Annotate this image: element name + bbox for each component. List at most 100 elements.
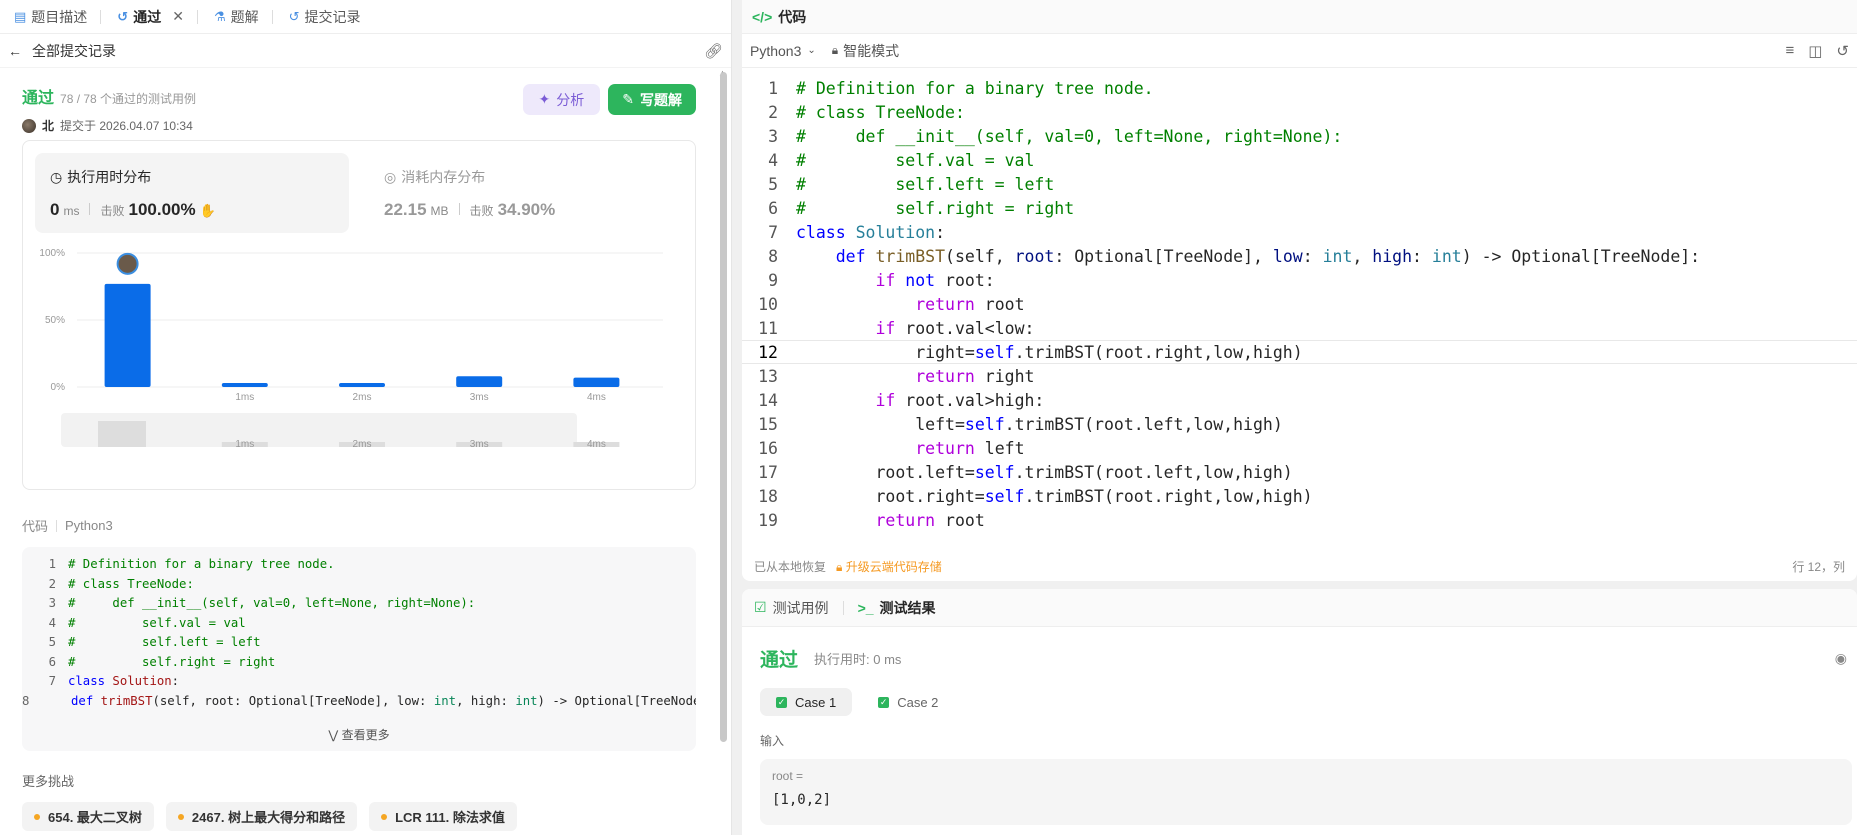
runtime-stat[interactable]: ◷ 执行用时分布 0 ms 击败 100.00% ✋: [35, 153, 349, 233]
restored-label: 已从本地恢复: [754, 559, 827, 574]
x-tick-label: 2ms: [353, 392, 372, 403]
memory-icon: ◎: [384, 168, 397, 185]
sparkle-icon: ✦: [538, 91, 551, 107]
line-number: 7: [768, 222, 778, 242]
tab-test-result[interactable]: >_ 测试结果: [858, 598, 936, 618]
code-line: 10 return root: [742, 292, 1857, 316]
mini-tick-label: 1ms: [235, 439, 254, 450]
challenge-chip[interactable]: 2467. 树上最大得分和路径: [165, 802, 358, 831]
submission-panel: ▤ 题目描述 ↺ 通过 ✕ ⚗ 题解 ↺ 提交记录 ← 全部提交记录 🔗︎ 通过…: [0, 0, 732, 835]
bar-2ms: [339, 382, 385, 387]
line-number: 1: [48, 557, 56, 571]
scrollbar[interactable]: [720, 72, 727, 742]
input-label: 输入: [760, 734, 785, 748]
check-icon: ✓: [776, 696, 787, 708]
workspace: </> 代码 Python3 ⌄ 🔒︎ 智能模式 ≡ ◫ ↺ 1 # Definiti…: [742, 0, 1857, 835]
code-line: 15 left= self .trimBST(root.left,low,high): [742, 412, 1857, 436]
status-label: 通过: [22, 90, 55, 107]
back-bar: ← 全部提交记录 🔗︎: [0, 34, 731, 68]
reset-icon[interactable]: ↺: [1836, 42, 1849, 60]
history-icon: ↺: [117, 9, 129, 24]
line-number: 12: [758, 342, 778, 362]
code-line: 8 def trimBST (self, root: Optional[TreeN…: [22, 694, 696, 714]
code-line: 4 # self.val = val: [22, 616, 696, 636]
code-editor: </> 代码 Python3 ⌄ 🔒︎ 智能模式 ≡ ◫ ↺ 1 # Definiti…: [742, 0, 1857, 581]
code-line: 7 class Solution:: [22, 674, 696, 694]
tab-submissions[interactable]: ↺ 提交记录: [281, 0, 369, 34]
analyze-button[interactable]: ✦ 分析: [522, 84, 601, 115]
bookmark-icon[interactable]: ◫: [1808, 42, 1822, 60]
runtime-distribution-chart[interactable]: 100% 50% 0% 1ms 2ms 3ms 4ms 1ms 2ms 3ms 4ms: [23, 241, 689, 489]
language-select[interactable]: Python3 ⌄: [750, 43, 816, 59]
eye-icon[interactable]: ◉: [1835, 650, 1847, 667]
link-icon[interactable]: 🔗︎: [704, 42, 723, 60]
y-tick-label: 100%: [39, 248, 65, 259]
more-challenges-label: 更多挑战: [22, 774, 75, 789]
line-number: 7: [48, 674, 56, 688]
close-icon[interactable]: ✕: [172, 8, 184, 25]
upgrade-storage-link[interactable]: 🔒︎ 升级云端代码存储: [836, 558, 942, 575]
results-panel: ☑ 测试用例 >_ 测试结果 通过 执行用时: 0 ms ◉ ✓ Case 1 ✓ Ca…: [742, 589, 1857, 835]
bar-3ms: [456, 376, 503, 387]
line-number: 5: [768, 174, 778, 194]
case-tab-1[interactable]: ✓ Case 1: [760, 688, 853, 716]
submitted-code: 1 # Definition for a binary tree node. 2 # …: [22, 547, 696, 751]
line-number: 3: [48, 596, 56, 610]
line-number: 13: [758, 366, 778, 386]
editor-footer: 已从本地恢复 🔒︎ 升级云端代码存储 行 12，列: [742, 551, 1857, 581]
tab-testcase[interactable]: ☑ 测试用例: [754, 598, 829, 618]
bar-0ms: [104, 283, 151, 387]
code-language: Python3: [65, 518, 113, 533]
avatar[interactable]: [22, 118, 36, 133]
code-lines[interactable]: 1 # Definition for a binary tree node. 2 # …: [742, 76, 1857, 532]
code-line: 3 # def __init__(self, val=0, left=None, …: [22, 596, 696, 616]
smart-mode-toggle[interactable]: 🔒︎ 智能模式: [832, 41, 899, 61]
check-icon: ✓: [878, 696, 890, 708]
code-line: 5 # self.left = left: [742, 172, 1857, 196]
code-line: 4 # self.val = val: [742, 148, 1857, 172]
chevron-down-icon: ⌄: [807, 45, 816, 56]
editor-toolbar: Python3 ⌄ 🔒︎ 智能模式 ≡ ◫ ↺: [742, 34, 1857, 68]
username[interactable]: 北: [42, 117, 54, 134]
show-more-button[interactable]: ⋁ 查看更多: [22, 726, 696, 743]
code-line: 3 # def __init__(self, val=0, left=None, …: [742, 124, 1857, 148]
line-number: 8: [22, 693, 30, 708]
line-number: 10: [758, 294, 778, 314]
line-number: 15: [758, 414, 778, 434]
memory-beats: 34.90%: [497, 200, 556, 219]
x-tick-label: 4ms: [587, 392, 606, 403]
user-avatar-marker: [116, 252, 139, 275]
mini-tick-label: 4ms: [587, 439, 606, 450]
performance-card: ◷ 执行用时分布 0 ms 击败 100.00% ✋ ◎ 消耗内存分布 22.15 …: [22, 140, 696, 490]
challenge-chip[interactable]: LCR 111. 除法求值: [369, 802, 517, 831]
submit-time: 提交于 2026.04.07 10:34: [60, 119, 193, 133]
left-tab-bar: ▤ 题目描述 ↺ 通过 ✕ ⚗ 题解 ↺ 提交记录: [0, 0, 731, 34]
code-line: 17 root.left= self .trimBST(root.left,low,…: [742, 460, 1857, 484]
code-line: 19 return root: [742, 508, 1857, 532]
line-number: 16: [758, 438, 778, 458]
code-line: 7 class Solution:: [742, 220, 1857, 244]
write-solution-button[interactable]: ✎ 写题解: [608, 84, 696, 115]
format-icon[interactable]: ≡: [1785, 42, 1794, 60]
code-icon: </>: [752, 8, 773, 25]
line-number: 3: [768, 126, 778, 146]
tab-description[interactable]: ▤ 题目描述: [6, 0, 109, 34]
challenge-chip[interactable]: 654. 最大二叉树: [22, 802, 154, 831]
case-tab-2[interactable]: ✓ Case 2: [862, 688, 954, 716]
code-line: 8 def trimBST (self, root: Optional[TreeN…: [742, 244, 1857, 268]
back-to-submissions[interactable]: ← 全部提交记录: [8, 41, 116, 61]
code-line: 11 if root.val<low:: [742, 316, 1857, 340]
line-number: 2: [768, 102, 778, 122]
bar-1ms: [221, 382, 268, 387]
line-number: 18: [758, 486, 778, 506]
line-number: 6: [768, 198, 778, 218]
input-key: root =: [772, 769, 804, 783]
arrow-left-icon: ←: [8, 42, 22, 59]
input-box: root = [1,0,2]: [760, 759, 1852, 825]
result-runtime: 执行用时: 0 ms: [814, 652, 902, 667]
memory-stat[interactable]: ◎ 消耗内存分布 22.15 MB 击败 34.90%: [369, 153, 669, 233]
tab-accepted[interactable]: ↺ 通过 ✕: [109, 0, 206, 34]
x-tick-label: 1ms: [235, 392, 254, 403]
bar-4ms: [573, 377, 620, 387]
tab-solutions[interactable]: ⚗ 题解: [206, 0, 281, 34]
